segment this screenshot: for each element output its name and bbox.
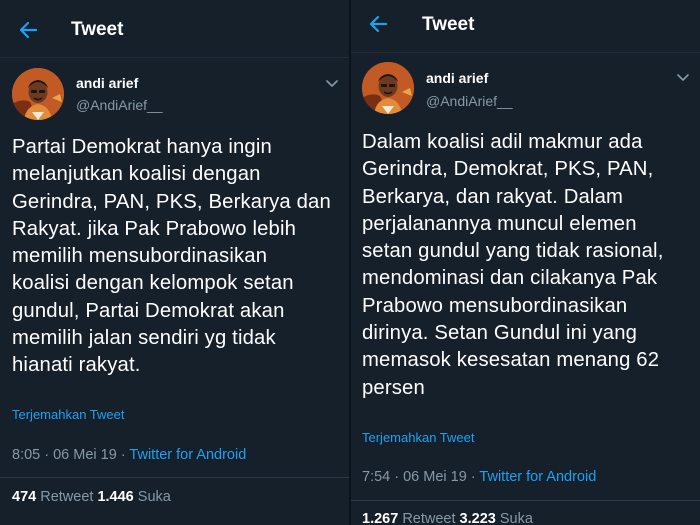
divider: [351, 500, 700, 501]
tweet-panel-right: Tweet andi arief @AndiArief__ Dalam koal…: [351, 0, 700, 525]
avatar[interactable]: [362, 62, 414, 114]
tweet-text: Partai Demokrat hanya ingin melanjutkan …: [12, 136, 331, 377]
timestamp: 8:05 · 06 Mei 19 ·: [12, 447, 130, 463]
like-count[interactable]: 1.446: [97, 489, 133, 505]
display-name[interactable]: andi arief: [426, 70, 488, 86]
top-bar: Tweet: [351, 0, 700, 53]
chevron-down-icon[interactable]: [676, 73, 690, 83]
timestamp: 7:54 · 06 Mei 19 ·: [362, 469, 480, 485]
retweet-label[interactable]: Retweet: [36, 489, 97, 505]
page-title: Tweet: [71, 19, 124, 40]
like-count[interactable]: 3.223: [460, 511, 496, 525]
user-handle[interactable]: @AndiArief__: [426, 93, 513, 109]
avatar[interactable]: [12, 68, 64, 120]
tweet-panel-left: Tweet andi arief @AndiArief__ Partai Dem…: [0, 0, 349, 525]
user-handle[interactable]: @AndiArief__: [76, 97, 163, 113]
back-arrow-icon[interactable]: [18, 20, 38, 40]
like-label[interactable]: Suka: [134, 489, 171, 505]
back-arrow-icon[interactable]: [368, 14, 388, 34]
retweet-count[interactable]: 1.267: [362, 511, 398, 525]
translate-link[interactable]: Terjemahkan Tweet: [362, 430, 475, 445]
tweet-meta: 8:05 · 06 Mei 19 · Twitter for Android: [12, 447, 246, 463]
translate-link[interactable]: Terjemahkan Tweet: [12, 407, 125, 422]
chevron-down-icon[interactable]: [325, 79, 339, 89]
divider: [0, 477, 349, 478]
engagement-stats: 1.267 Retweet 3.223 Suka: [362, 511, 533, 525]
engagement-stats: 474 Retweet 1.446 Suka: [12, 489, 171, 505]
source-link[interactable]: Twitter for Android: [129, 447, 246, 463]
top-bar: Tweet: [0, 0, 349, 58]
tweet-text: Dalam koalisi adil makmur ada Gerindra, …: [362, 131, 664, 399]
retweet-label[interactable]: Retweet: [398, 511, 459, 525]
like-label[interactable]: Suka: [496, 511, 533, 525]
retweet-count[interactable]: 474: [12, 489, 36, 505]
tweet-meta: 7:54 · 06 Mei 19 · Twitter for Android: [362, 469, 596, 485]
display-name[interactable]: andi arief: [76, 75, 138, 91]
page-title: Tweet: [422, 14, 475, 35]
source-link[interactable]: Twitter for Android: [479, 469, 596, 485]
